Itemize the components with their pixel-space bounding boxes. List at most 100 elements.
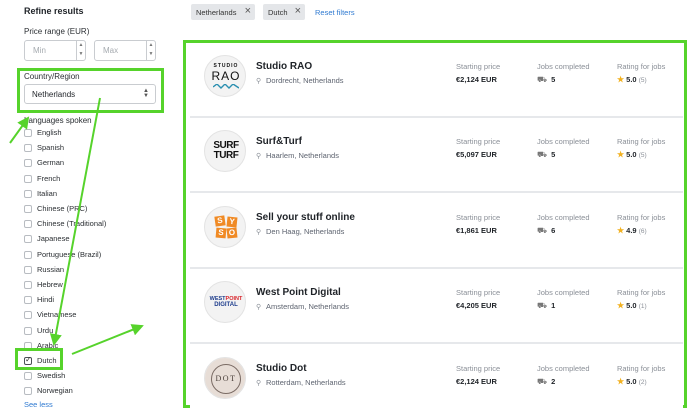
star-icon: ★ xyxy=(617,301,625,310)
jobs-completed-label: Jobs completed xyxy=(537,288,590,297)
language-label: Vietnamese xyxy=(37,310,77,320)
company-name[interactable]: West Point Digital xyxy=(256,287,341,298)
company-location: ⚲ Haarlem, Netherlands xyxy=(256,151,339,160)
rating-number: 5.0 xyxy=(626,301,637,310)
jobs-count: 2 xyxy=(551,377,556,386)
company-logo[interactable]: SURF TURF xyxy=(204,130,246,172)
chip-label: Netherlands xyxy=(196,8,237,17)
checkbox[interactable] xyxy=(24,205,32,213)
logo-text: S xyxy=(215,227,227,239)
logo-text: DOT xyxy=(215,374,237,383)
rating-value: ★ 4.9 (6) xyxy=(617,226,647,235)
checkbox[interactable] xyxy=(24,372,32,381)
rating-value: ★ 5.0 (5) xyxy=(617,75,647,84)
rating-label: Rating for jobs xyxy=(617,213,666,222)
rating-value: ★ 5.0 (2) xyxy=(617,377,647,386)
star-icon: ★ xyxy=(617,150,625,159)
logo-word: DIGITAL xyxy=(214,302,238,308)
location-text: Haarlem, Netherlands xyxy=(266,151,339,160)
rating-count: (6) xyxy=(638,228,647,235)
wave-icon xyxy=(213,84,239,89)
company-logo[interactable]: S Y S O xyxy=(204,206,246,248)
checkbox[interactable] xyxy=(24,129,32,137)
jobs-completed-label: Jobs completed xyxy=(537,364,590,373)
result-card[interactable]: S Y S O Sell your stuff online ⚲ Den Haag,… xyxy=(190,198,683,269)
checkbox[interactable] xyxy=(24,189,32,198)
close-icon[interactable]: × xyxy=(245,5,251,17)
company-location: ⚲ Rotterdam, Netherlands xyxy=(256,378,346,387)
location-pin-icon: ⚲ xyxy=(256,153,262,160)
star-icon: ★ xyxy=(617,377,625,386)
jobs-count: 5 xyxy=(551,150,556,159)
language-label: Swedish xyxy=(37,371,66,381)
company-logo[interactable]: WESTPOINT DIGITAL xyxy=(204,281,246,323)
checkbox[interactable] xyxy=(24,387,32,396)
languages-spoken-label: Languages spoken xyxy=(24,116,92,125)
result-card[interactable]: DOT Studio Dot ⚲ Rotterdam, Netherlands Star… xyxy=(190,349,683,410)
checkbox[interactable] xyxy=(24,311,32,320)
see-less-link[interactable]: See less xyxy=(24,400,53,409)
cart-icon: ⛟ xyxy=(537,301,548,310)
jobs-completed-value: ⛟ 1 xyxy=(537,301,555,311)
result-card[interactable]: STUDIO RAO Studio RAO ⚲ Dordrecht, Netherl… xyxy=(190,47,683,118)
checkbox[interactable] xyxy=(24,250,32,259)
company-name[interactable]: Studio Dot xyxy=(256,363,307,374)
location-text: Dordrecht, Netherlands xyxy=(266,76,344,85)
rating-label: Rating for jobs xyxy=(617,364,666,373)
checkbox[interactable] xyxy=(24,235,32,244)
min-stepper-icon[interactable]: ▲ ▼ xyxy=(76,41,85,60)
logo-text: S xyxy=(214,215,226,227)
sys-blocks-icon: S Y S O xyxy=(214,215,238,239)
rating-value: ★ 5.0 (1) xyxy=(617,301,647,310)
rating-value: ★ 5.0 (5) xyxy=(617,150,647,159)
language-label: Chinese (PRC) xyxy=(37,204,88,213)
starting-price-label: Starting price xyxy=(456,62,501,71)
language-label: German xyxy=(37,158,65,168)
company-name[interactable]: Sell your stuff online xyxy=(256,212,355,223)
jobs-completed-value: ⛟ 2 xyxy=(537,377,555,387)
price-max-input[interactable]: Max ▲ ▼ xyxy=(94,40,156,61)
language-label: Hindi xyxy=(37,295,55,305)
result-card[interactable]: WESTPOINT DIGITAL West Point Digital ⚲ Amst… xyxy=(190,273,683,344)
location-text: Amsterdam, Netherlands xyxy=(266,302,349,311)
jobs-count: 1 xyxy=(551,301,556,310)
company-location: ⚲ Den Haag, Netherlands xyxy=(256,227,344,236)
language-label: English xyxy=(37,128,62,137)
logo-text: Y xyxy=(226,216,238,228)
checkbox[interactable] xyxy=(24,159,32,168)
close-icon[interactable]: × xyxy=(295,5,301,17)
checkbox[interactable] xyxy=(24,174,32,183)
star-icon: ★ xyxy=(617,75,625,84)
reset-filters-link[interactable]: Reset filters xyxy=(315,8,355,17)
checkbox[interactable] xyxy=(24,265,32,274)
checkbox[interactable] xyxy=(24,326,32,335)
location-pin-icon: ⚲ xyxy=(256,304,262,311)
jobs-completed-label: Jobs completed xyxy=(537,62,590,71)
location-pin-icon: ⚲ xyxy=(256,78,262,85)
location-text: Rotterdam, Netherlands xyxy=(266,378,346,387)
price-range-label: Price range (EUR) xyxy=(24,27,90,36)
company-name[interactable]: Surf&Turf xyxy=(256,136,302,147)
rating-label: Rating for jobs xyxy=(617,288,666,297)
starting-price-value: €2,124 EUR xyxy=(456,377,497,386)
rating-number: 5.0 xyxy=(626,75,637,84)
rating-number: 5.0 xyxy=(626,377,637,386)
jobs-count: 5 xyxy=(551,75,556,84)
price-min-input[interactable]: Min ▲ ▼ xyxy=(24,40,86,61)
checkbox[interactable] xyxy=(24,281,32,289)
jobs-completed-label: Jobs completed xyxy=(537,137,590,146)
max-stepper-icon[interactable]: ▲ ▼ xyxy=(146,41,155,60)
company-name[interactable]: Studio RAO xyxy=(256,61,312,72)
checkbox[interactable] xyxy=(24,296,32,305)
checkbox[interactable] xyxy=(24,220,32,229)
language-label: Russian xyxy=(37,264,65,274)
dutch-highlight-box xyxy=(15,348,63,370)
result-card[interactable]: SURF TURF Surf&Turf ⚲ Haarlem, Netherlands S… xyxy=(190,122,683,193)
company-location: ⚲ Dordrecht, Netherlands xyxy=(256,76,344,85)
cart-icon: ⛟ xyxy=(537,377,548,386)
rating-label: Rating for jobs xyxy=(617,137,666,146)
company-logo[interactable]: DOT xyxy=(204,357,246,399)
checkbox[interactable] xyxy=(24,144,32,153)
language-label: Portuguese (Brazil) xyxy=(37,249,102,259)
company-logo[interactable]: STUDIO RAO xyxy=(204,55,246,97)
